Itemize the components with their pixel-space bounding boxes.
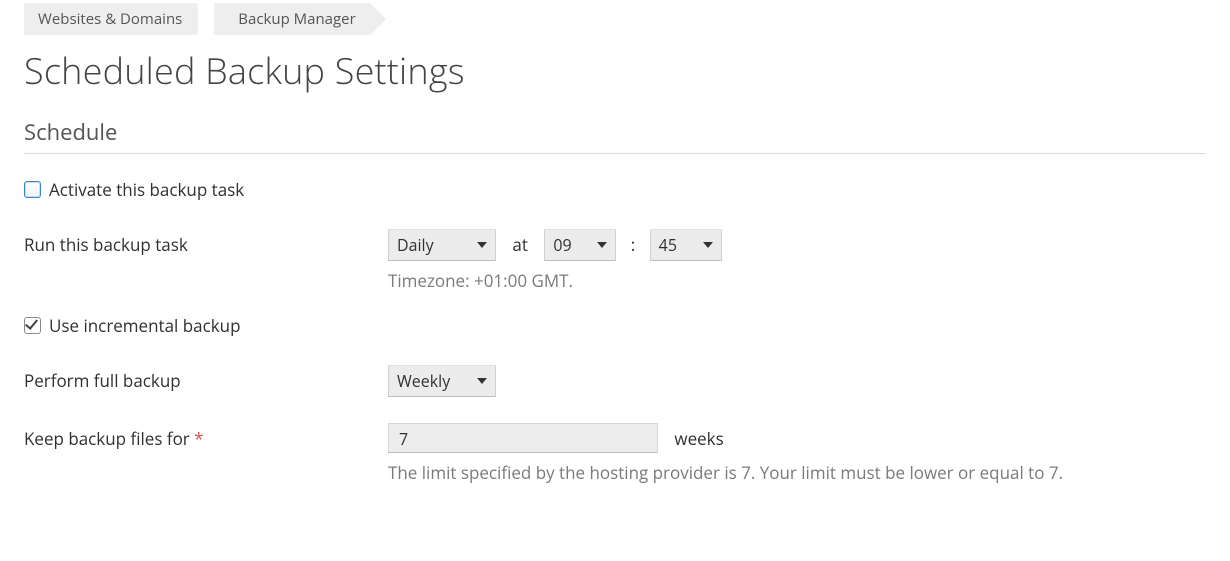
breadcrumb-item-backup-manager[interactable]: Backup Manager [214,3,369,35]
chevron-down-icon [477,378,487,384]
activate-backup-label: Activate this backup task [49,178,244,201]
full-backup-label: Perform full backup [24,369,388,392]
chevron-down-icon [597,242,607,248]
keep-files-label: Keep backup files for * [24,427,388,450]
run-backup-label: Run this backup task [24,233,388,256]
incremental-backup-label: Use incremental backup [49,314,240,337]
keep-duration-input[interactable]: 7 [388,423,658,453]
run-minute-select[interactable]: 45 [650,229,722,261]
breadcrumb-item-label: Backup Manager [238,9,355,29]
section-heading-schedule: Schedule [24,117,1206,154]
at-label: at [512,233,528,256]
checkbox-icon [24,181,41,198]
page-title: Scheduled Backup Settings [24,46,1206,95]
run-hour-value: 09 [553,234,571,256]
run-minute-value: 45 [659,234,677,256]
run-frequency-value: Daily [397,234,434,256]
incremental-backup-checkbox[interactable]: Use incremental backup [24,314,240,337]
keep-limit-hint: The limit specified by the hosting provi… [388,461,1206,484]
run-hour-select[interactable]: 09 [544,229,616,261]
run-frequency-select[interactable]: Daily [388,229,496,261]
chevron-down-icon [477,242,487,248]
activate-backup-checkbox[interactable]: Activate this backup task [24,178,244,201]
chevron-down-icon [703,242,713,248]
timezone-hint: Timezone: +01:00 GMT. [388,269,1206,292]
required-asterisk: * [194,427,203,450]
checkbox-checked-icon [24,317,41,334]
keep-duration-unit: weeks [674,427,723,450]
full-backup-value: Weekly [397,370,450,392]
keep-files-label-text: Keep backup files for [24,427,194,450]
full-backup-select[interactable]: Weekly [388,365,496,397]
breadcrumb-item-label: Websites & Domains [38,9,182,29]
breadcrumb: Websites & Domains Backup Manager [24,2,1206,36]
breadcrumb-item-websites-domains[interactable]: Websites & Domains [24,3,196,35]
time-colon: : [631,233,635,256]
